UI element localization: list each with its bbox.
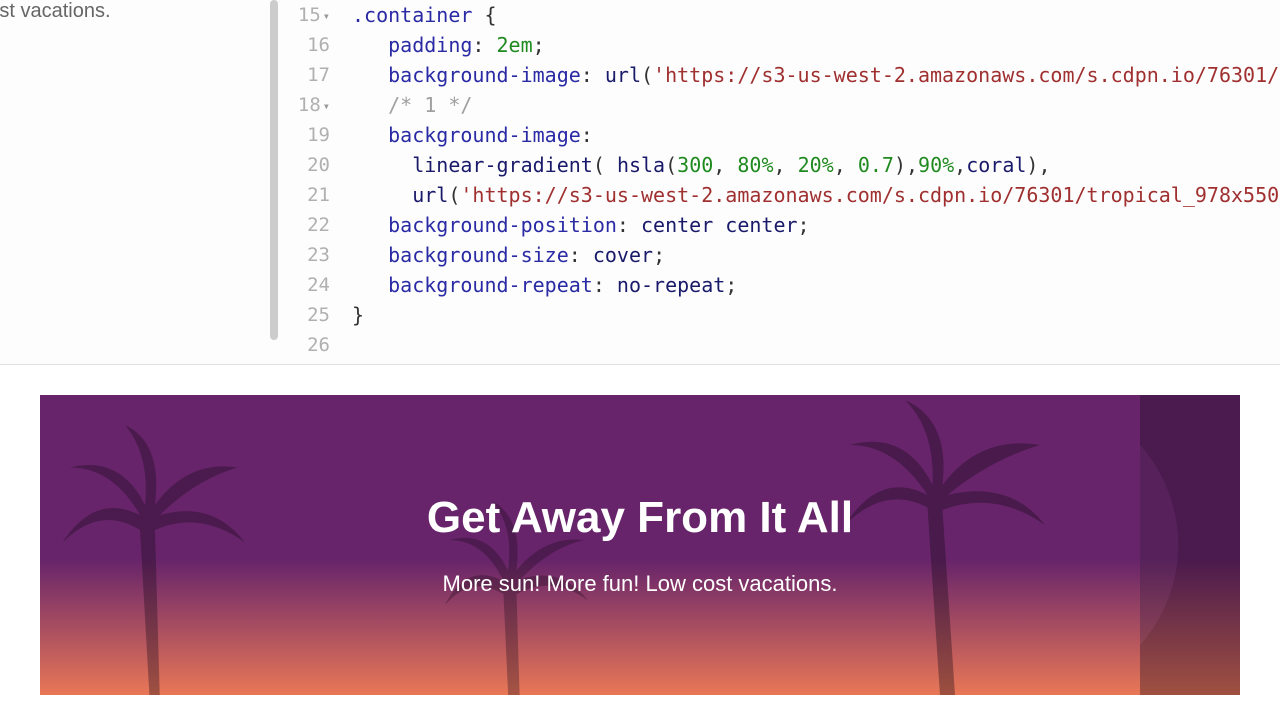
line-number-gutter: 15▾161718▾1920212223242526 xyxy=(280,0,344,360)
hero-subheading: More sun! More fun! Low cost vacations. xyxy=(40,571,1240,597)
line-number: 24 xyxy=(280,270,344,300)
line-number: 19 xyxy=(280,120,344,150)
line-number: 15▾ xyxy=(280,0,344,30)
scrollbar-vertical[interactable] xyxy=(270,0,278,340)
html-text-fragment: Low cost vacations. xyxy=(0,0,184,23)
preview-pane: Get Away From It All More sun! More fun!… xyxy=(0,365,1280,720)
code-line[interactable]: url('https://s3-us-west-2.amazonaws.com/… xyxy=(352,180,1280,210)
code-line[interactable]: } xyxy=(352,300,1280,330)
code-line[interactable]: background-repeat: no-repeat; xyxy=(352,270,1280,300)
code-line[interactable]: /* 1 */ xyxy=(352,90,1280,120)
code-line[interactable]: background-image: url('https://s3-us-wes… xyxy=(352,60,1280,90)
background-silhouettes xyxy=(40,395,1240,695)
line-number: 23 xyxy=(280,240,344,270)
code-line[interactable]: background-position: center center; xyxy=(352,210,1280,240)
code-line[interactable]: padding: 2em; xyxy=(352,30,1280,60)
code-line[interactable]: linear-gradient( hsla(300, 80%, 20%, 0.7… xyxy=(352,150,1280,180)
line-number: 17 xyxy=(280,60,344,90)
editor-row: Low cost vacations. 15▾161718▾1920212223… xyxy=(0,0,1280,365)
hero-container: Get Away From It All More sun! More fun!… xyxy=(40,395,1240,695)
code-line[interactable] xyxy=(352,330,1280,360)
fold-icon[interactable]: ▾ xyxy=(323,99,330,113)
hero-heading: Get Away From It All xyxy=(40,493,1240,543)
line-number: 21 xyxy=(280,180,344,210)
css-editor-pane[interactable]: 15▾161718▾1920212223242526 .container { … xyxy=(280,0,1280,364)
line-number: 18▾ xyxy=(280,90,344,120)
line-number: 25 xyxy=(280,300,344,330)
line-number: 22 xyxy=(280,210,344,240)
html-editor-pane[interactable]: Low cost vacations. xyxy=(0,0,280,364)
code-line[interactable]: background-size: cover; xyxy=(352,240,1280,270)
line-number: 26 xyxy=(280,330,344,360)
line-number: 20 xyxy=(280,150,344,180)
code-line[interactable]: .container { xyxy=(352,0,1280,30)
code-line[interactable]: background-image: xyxy=(352,120,1280,150)
fold-icon[interactable]: ▾ xyxy=(323,9,330,23)
line-number: 16 xyxy=(280,30,344,60)
css-code-body[interactable]: .container { padding: 2em; background-im… xyxy=(352,0,1280,360)
